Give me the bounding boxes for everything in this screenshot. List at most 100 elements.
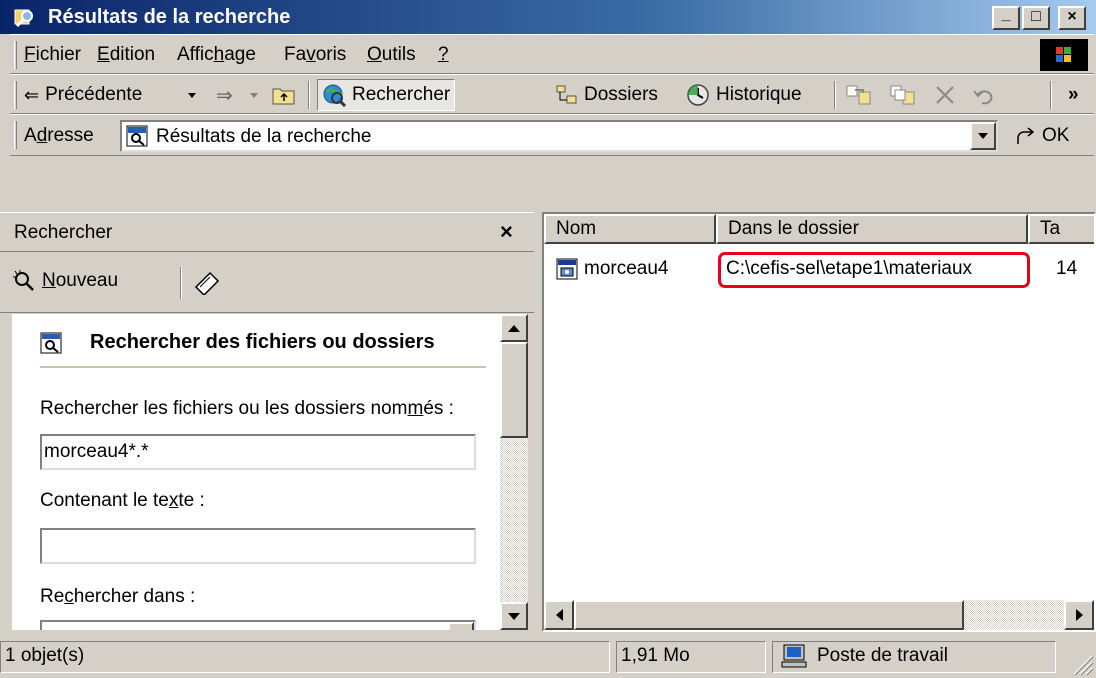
forward-arrow-icon: ⇒ xyxy=(216,84,233,107)
forward-button[interactable]: ⇒ xyxy=(216,82,233,108)
windows-flag-icon xyxy=(1056,47,1071,62)
containing-text-input[interactable] xyxy=(40,528,476,564)
menu-outils[interactable]: Outils xyxy=(367,44,416,66)
search-toggle-button[interactable]: Rechercher xyxy=(317,79,456,111)
search-results-icon xyxy=(14,9,33,27)
undo-icon xyxy=(973,90,993,105)
column-header-name[interactable]: Nom xyxy=(544,214,716,244)
scroll-up-button[interactable] xyxy=(500,314,528,342)
search-pane-header: Rechercher × xyxy=(0,212,534,252)
back-arrow-icon: ⇐ xyxy=(24,84,40,105)
title-bar[interactable]: Résultats de la recherche _ □ × xyxy=(0,0,1096,34)
arrow-down-icon xyxy=(508,612,520,620)
search-results-small-icon xyxy=(126,125,148,147)
chevron-down-icon xyxy=(250,92,258,98)
address-label: Adresse xyxy=(24,125,94,146)
address-combobox[interactable]: Résultats de la recherche xyxy=(120,120,998,152)
move-to-icon xyxy=(846,85,871,105)
search-form: Rechercher des fichiers ou dossiers Rech… xyxy=(12,314,500,630)
folders-tree-icon xyxy=(556,85,577,104)
window-title: Résultats de la recherche xyxy=(48,6,291,28)
history-clock-icon xyxy=(687,84,709,106)
menu-fichier[interactable]: Fichier xyxy=(24,44,81,66)
close-pane-icon[interactable]: × xyxy=(500,219,513,245)
chevron-down-icon xyxy=(188,92,196,98)
toolbar-more-chevron[interactable]: » xyxy=(1068,82,1079,108)
menu-favoris[interactable]: Favoris xyxy=(284,44,346,66)
status-zone: Poste de travail xyxy=(772,641,1056,673)
hscroll-thumb[interactable] xyxy=(574,600,964,630)
menu-affichage[interactable]: Affichage xyxy=(177,44,256,66)
copy-to-icon xyxy=(890,85,915,105)
scroll-right-button[interactable] xyxy=(1064,600,1094,630)
status-object-count: 1 objet(s) xyxy=(0,641,610,673)
scroll-left-button[interactable] xyxy=(544,600,574,630)
pane-splitter[interactable] xyxy=(534,212,542,630)
back-button[interactable]: ⇐ Précédente xyxy=(24,82,142,108)
media-file-icon xyxy=(556,258,578,280)
address-grip xyxy=(14,121,17,149)
chevron-down-icon xyxy=(978,133,988,139)
menu-edition[interactable]: Edition xyxy=(97,44,155,66)
new-search-icon xyxy=(13,270,34,291)
column-header-folder[interactable]: Dans le dossier xyxy=(716,214,1028,244)
delete-x-icon xyxy=(936,86,954,104)
highlight-box xyxy=(718,252,1030,288)
row-name: morceau4 xyxy=(584,258,669,279)
scroll-thumb[interactable] xyxy=(500,342,528,438)
folders-button[interactable]: Dossiers xyxy=(556,82,658,108)
status-bar: 1 objet(s) 1,91 Mo Poste de travail xyxy=(0,638,1096,678)
results-list: Nom Dans le dossier Ta morceau4 C:\cefis… xyxy=(542,212,1096,632)
undo-button[interactable] xyxy=(972,82,996,108)
delete-button[interactable] xyxy=(934,82,956,108)
new-search-button[interactable]: Nouveau xyxy=(12,269,118,293)
search-globe-icon xyxy=(323,84,346,107)
go-arrow-icon xyxy=(1017,127,1035,144)
menu-grip xyxy=(14,41,17,69)
maximize-button[interactable]: □ xyxy=(1022,6,1050,30)
search-pane-title: Rechercher xyxy=(14,222,113,243)
address-bar: Adresse Résultats de la recherche OK xyxy=(10,114,1094,156)
move-to-button[interactable] xyxy=(846,82,872,108)
up-folder-icon xyxy=(272,88,295,105)
up-folder-button[interactable] xyxy=(272,82,296,108)
arrow-right-icon xyxy=(1075,609,1083,621)
menu-help[interactable]: ? xyxy=(438,44,449,66)
resize-grip-icon[interactable] xyxy=(1068,650,1094,676)
back-dropdown[interactable] xyxy=(188,82,196,108)
forward-dropdown[interactable] xyxy=(250,82,258,108)
results-hscrollbar[interactable] xyxy=(544,600,1094,630)
close-button[interactable]: × xyxy=(1058,6,1086,30)
row-size: 14 xyxy=(1056,258,1078,279)
my-computer-icon xyxy=(781,644,807,668)
look-in-label: Rechercher dans : xyxy=(40,586,196,607)
arrow-left-icon xyxy=(555,609,563,621)
address-value: Résultats de la recherche xyxy=(156,126,372,147)
search-pane: Rechercher × Nouveau Rechercher des fich… xyxy=(0,212,534,630)
search-assistant-icon[interactable] xyxy=(192,269,222,295)
toolbar-grip xyxy=(14,81,17,109)
search-pane-toolbar: Nouveau xyxy=(0,253,534,313)
minimize-button[interactable]: _ xyxy=(992,6,1020,30)
chevron-right-double-icon: » xyxy=(1068,84,1079,105)
scroll-down-button[interactable] xyxy=(500,602,528,630)
heading-divider xyxy=(40,366,486,368)
look-in-dropdown-button[interactable] xyxy=(448,622,474,630)
look-in-combobox[interactable] xyxy=(40,620,476,630)
column-header-size[interactable]: Ta xyxy=(1028,214,1094,244)
status-size: 1,91 Mo xyxy=(616,641,766,673)
search-results-heading-icon xyxy=(40,332,62,354)
windows-logo xyxy=(1040,39,1088,71)
go-button[interactable]: OK xyxy=(1014,125,1069,147)
table-row[interactable]: morceau4 C:\cefis-sel\etape1\materiaux 1… xyxy=(544,252,1094,288)
name-search-input[interactable]: morceau4*.* xyxy=(40,434,476,470)
search-heading: Rechercher des fichiers ou dossiers xyxy=(90,331,435,353)
name-field-label: Rechercher les fichiers ou les dossiers … xyxy=(40,398,454,419)
copy-to-button[interactable] xyxy=(890,82,916,108)
search-pane-scrollbar[interactable] xyxy=(500,314,528,630)
address-dropdown-button[interactable] xyxy=(970,122,996,150)
history-button[interactable]: Historique xyxy=(686,82,802,108)
arrow-up-icon xyxy=(508,324,520,332)
menu-bar: Fichier Edition Affichage Favoris Outils… xyxy=(10,34,1094,74)
text-field-label: Contenant le texte : xyxy=(40,490,205,511)
